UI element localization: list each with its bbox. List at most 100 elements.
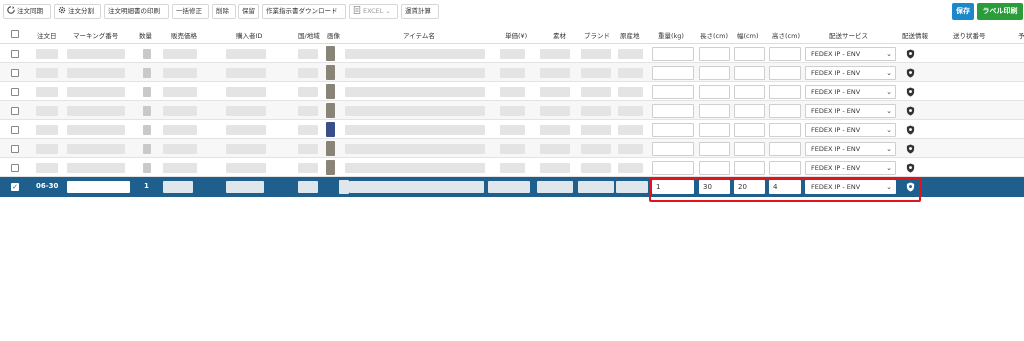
length-input[interactable] — [699, 47, 730, 61]
header-origin[interactable]: 原産地 — [620, 30, 640, 40]
weight-input[interactable] — [652, 161, 694, 175]
header-width[interactable]: 幅(cm) — [737, 30, 758, 40]
download-work-order-button[interactable]: 作業指示書ダウンロード — [262, 4, 346, 19]
height-input[interactable] — [769, 161, 801, 175]
table-row[interactable]: FEDEX IP - ENV ⌄ — [0, 44, 1024, 63]
table-row[interactable]: FEDEX IP - ENV ⌄ — [0, 63, 1024, 82]
height-input[interactable] — [769, 47, 801, 61]
save-button[interactable]: 保存 — [952, 3, 974, 20]
height-input[interactable] — [769, 104, 801, 118]
row-checkbox[interactable] — [11, 164, 19, 172]
split-order-button[interactable]: 注文分割 — [54, 4, 101, 19]
header-material[interactable]: 素材 — [553, 30, 566, 40]
header-order-date[interactable]: 注文日 — [37, 30, 57, 40]
shipping-info-icon[interactable] — [906, 125, 915, 135]
print-invoice-button[interactable]: 注文明細書の印刷 — [104, 4, 169, 19]
width-input[interactable] — [734, 123, 765, 137]
shipping-info-icon[interactable] — [906, 144, 915, 154]
header-quantity[interactable]: 数量 — [139, 30, 152, 40]
sync-orders-button[interactable]: 注文同期 — [3, 4, 51, 19]
table-row[interactable]: FEDEX IP - ENV ⌄ — [0, 101, 1024, 120]
row-checkbox[interactable] — [11, 88, 19, 96]
row-checkbox[interactable] — [11, 69, 19, 77]
table-row[interactable]: FEDEX IP - ENV ⌄ — [0, 120, 1024, 139]
country-value — [298, 68, 318, 78]
length-input[interactable] — [699, 123, 730, 137]
width-input[interactable] — [734, 104, 765, 118]
shipping-info-icon[interactable] — [906, 49, 915, 59]
length-input[interactable] — [699, 85, 730, 99]
width-input[interactable] — [734, 66, 765, 80]
header-height[interactable]: 高さ(cm) — [772, 30, 800, 40]
item-name-value — [345, 49, 485, 59]
header-length[interactable]: 長さ(cm) — [700, 30, 728, 40]
width-input[interactable] — [734, 85, 765, 99]
print-label-button[interactable]: ラベル印刷 — [977, 3, 1023, 20]
shipping-service-select[interactable]: FEDEX IP - ENV ⌄ — [805, 104, 896, 118]
row-checkbox-checked[interactable]: ✓ — [11, 183, 19, 191]
material-value — [540, 125, 570, 135]
brand-input[interactable] — [578, 181, 614, 193]
shipping-info-icon[interactable] — [906, 87, 915, 97]
length-input[interactable] — [699, 104, 730, 118]
header-unit-price[interactable]: 単価(¥) — [505, 30, 527, 40]
hold-button[interactable]: 保留 — [238, 4, 259, 19]
row-checkbox[interactable] — [11, 126, 19, 134]
weight-input[interactable] — [652, 66, 694, 80]
height-input[interactable] — [769, 142, 801, 156]
height-input[interactable] — [769, 123, 801, 137]
height-input[interactable] — [769, 85, 801, 99]
length-input[interactable] — [699, 161, 730, 175]
table-row[interactable]: FEDEX IP - ENV ⌄ — [0, 158, 1024, 177]
shipping-service-select[interactable]: FEDEX IP - ENV ⌄ — [805, 66, 896, 80]
origin-input[interactable] — [616, 181, 648, 193]
width-input[interactable] — [734, 161, 765, 175]
row-checkbox[interactable] — [11, 50, 19, 58]
shipping-service-select[interactable]: FEDEX IP - ENV ⌄ — [805, 85, 896, 99]
shipping-info-icon[interactable] — [906, 163, 915, 173]
length-input[interactable] — [699, 66, 730, 80]
unit-price-input[interactable] — [488, 181, 530, 193]
shipping-service-select[interactable]: FEDEX IP - ENV ⌄ — [805, 47, 896, 61]
shipping-service-select[interactable]: FEDEX IP - ENV ⌄ — [805, 142, 896, 156]
shipping-info-icon[interactable] — [906, 106, 915, 116]
shipping-service-value: FEDEX IP - ENV — [811, 126, 861, 134]
row-checkbox[interactable] — [11, 107, 19, 115]
material-input[interactable] — [537, 181, 573, 193]
header-item-name[interactable]: アイテム名 — [403, 30, 435, 40]
excel-dropdown-button[interactable]: EXCEL ⌄ — [349, 4, 398, 19]
select-all-checkbox[interactable] — [11, 30, 19, 38]
header-buyer-id[interactable]: 購入者ID — [236, 30, 262, 40]
shipping-service-select[interactable]: FEDEX IP - ENV ⌄ — [805, 123, 896, 137]
marking-no-input[interactable] — [67, 181, 130, 193]
item-image — [339, 180, 349, 194]
item-name-value — [345, 163, 485, 173]
header-weight[interactable]: 重量(kg) — [658, 30, 684, 40]
header-sale-price[interactable]: 販売価格 — [171, 30, 197, 40]
shipping-info-icon[interactable] — [906, 68, 915, 78]
calc-shipping-button[interactable]: 運賃計算 — [401, 4, 439, 19]
width-input[interactable] — [734, 142, 765, 156]
weight-input[interactable] — [652, 123, 694, 137]
weight-input[interactable] — [652, 47, 694, 61]
table-row[interactable]: FEDEX IP - ENV ⌄ — [0, 139, 1024, 158]
item-name-value — [345, 68, 485, 78]
width-input[interactable] — [734, 47, 765, 61]
row-checkbox[interactable] — [11, 145, 19, 153]
quantity-value — [143, 106, 151, 116]
weight-input[interactable] — [652, 104, 694, 118]
header-marking-no[interactable]: マーキング番号 — [73, 30, 118, 40]
header-country[interactable]: 国/地域 — [298, 30, 320, 40]
length-input[interactable] — [699, 142, 730, 156]
delete-button[interactable]: 削除 — [212, 4, 236, 19]
height-input[interactable] — [769, 66, 801, 80]
bulk-edit-button[interactable]: 一括修正 — [172, 4, 209, 19]
header-brand[interactable]: ブランド — [584, 30, 610, 40]
weight-input[interactable] — [652, 85, 694, 99]
shipping-service-select[interactable]: FEDEX IP - ENV ⌄ — [805, 161, 896, 175]
header-tracking-no[interactable]: 送り状番号 — [953, 30, 986, 40]
item-image — [326, 103, 335, 118]
table-row[interactable]: FEDEX IP - ENV ⌄ — [0, 82, 1024, 101]
weight-input[interactable] — [652, 142, 694, 156]
header-shipping-service[interactable]: 配送サービス — [829, 30, 868, 40]
